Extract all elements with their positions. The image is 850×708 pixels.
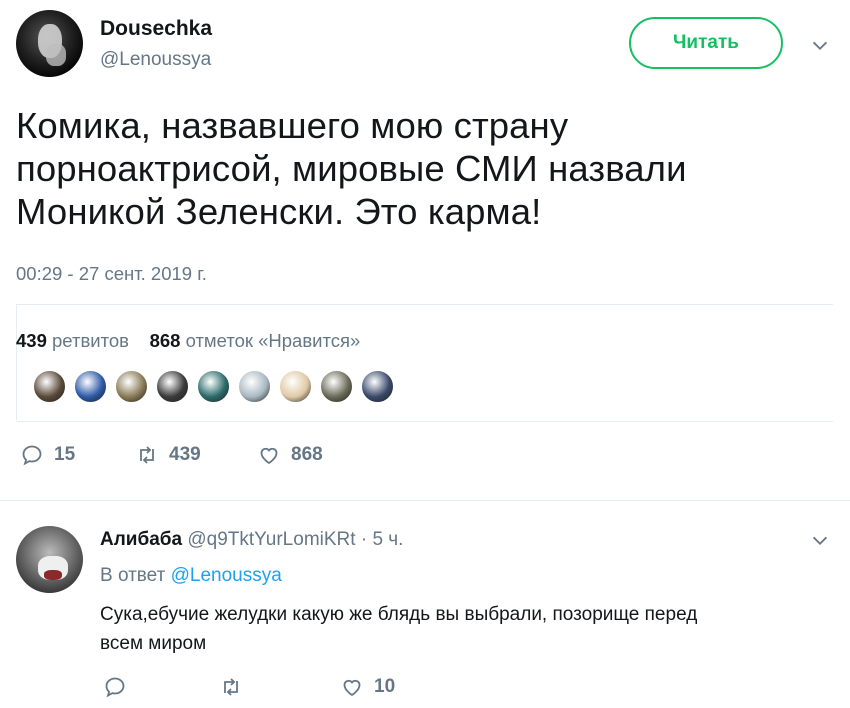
tweet-stats: 439 ретвитов 868 отметок «Нравится» (16, 330, 360, 352)
avatar-mouth (44, 570, 62, 580)
avatar[interactable] (16, 10, 83, 77)
tweet-text-line: Моникой Зеленски. Это карма! (16, 191, 542, 232)
likes-count: 868 (149, 330, 181, 351)
follow-button[interactable]: Читать (629, 17, 783, 69)
reply-text-line: всем миром (100, 633, 207, 654)
author-handle[interactable]: @Lenoussya (100, 49, 211, 71)
liker-avatar[interactable] (279, 370, 312, 403)
retweet-count: 439 (16, 330, 47, 351)
like-count: 10 (374, 676, 396, 697)
avatar-hand (46, 44, 66, 66)
liker-avatar[interactable] (361, 370, 394, 403)
chevron-down-icon[interactable] (809, 35, 831, 57)
divider (16, 305, 17, 420)
reply-icon (22, 445, 42, 466)
reply-action[interactable]: 15 (20, 442, 75, 468)
retweet-count: 439 (169, 444, 201, 465)
reply-prefix: В ответ (100, 565, 166, 586)
likes-stat[interactable]: 868 отметок «Нравится» (150, 330, 361, 351)
liker-avatar[interactable] (33, 370, 66, 403)
retweet-icon (224, 678, 238, 696)
liker-avatar[interactable] (115, 370, 148, 403)
like-action[interactable]: 868 (257, 442, 323, 468)
like-action[interactable]: 10 (340, 674, 395, 700)
reply-header: Алибаба @q9TktYurLomiKRt · 5 ч. (100, 529, 403, 551)
avatar[interactable] (16, 526, 83, 593)
divider (16, 421, 833, 422)
like-count: 868 (291, 444, 323, 465)
heart-icon (343, 679, 361, 697)
liker-avatar[interactable] (238, 370, 271, 403)
retweet-action[interactable]: 439 (135, 442, 201, 468)
author-name[interactable]: Dousechka (100, 17, 212, 41)
reply-author-name[interactable]: Алибаба (100, 529, 182, 550)
divider (0, 500, 850, 501)
retweet-stat[interactable]: 439 ретвитов (16, 330, 129, 351)
tweet-text-line: Комика, назвавшего мою страну (16, 105, 569, 146)
retweet-icon (140, 446, 154, 464)
likes-label: отметок «Нравится» (185, 330, 361, 351)
liker-avatar[interactable] (320, 370, 353, 403)
tweet-timestamp[interactable]: 00:29 - 27 сент. 2019 г. (16, 263, 207, 285)
heart-icon (260, 447, 278, 465)
retweet-action[interactable] (219, 674, 253, 700)
reply-text: Сука,ебучие желудки какую же блядь вы вы… (100, 600, 840, 658)
reply-context: В ответ @Lenoussya (100, 565, 282, 587)
reply-icon (105, 677, 125, 698)
separator: · (360, 529, 368, 550)
reply-action[interactable] (103, 674, 137, 700)
retweet-label: ретвитов (52, 330, 129, 351)
liker-avatar[interactable] (156, 370, 189, 403)
divider (16, 304, 833, 305)
liker-avatar[interactable] (197, 370, 230, 403)
liker-avatar[interactable] (74, 370, 107, 403)
liker-avatars (33, 370, 402, 404)
reply-text-line: Сука,ебучие желудки какую же блядь вы вы… (100, 604, 698, 625)
tweet-text: Комика, назвавшего мою страну порноактри… (16, 104, 816, 233)
reply-author-handle[interactable]: @q9TktYurLomiKRt (187, 529, 355, 550)
tweet-text-line: порноактрисой, мировые СМИ назвали (16, 148, 687, 189)
reply-to-link[interactable]: @Lenoussya (171, 565, 282, 586)
reply-count: 15 (54, 444, 76, 465)
chevron-down-icon[interactable] (809, 530, 831, 552)
reply-time[interactable]: 5 ч. (372, 529, 403, 550)
